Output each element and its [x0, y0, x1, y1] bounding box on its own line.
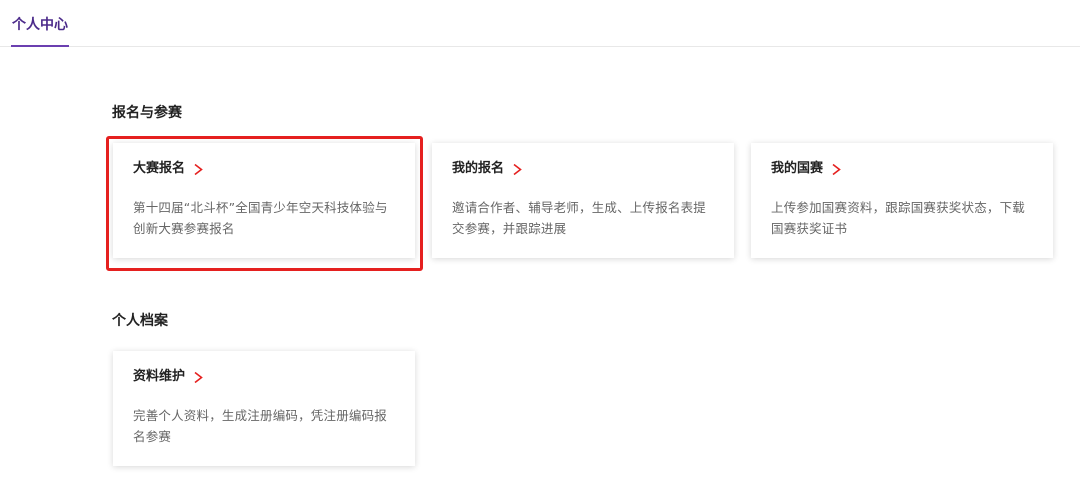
top-tab-bar: 个人中心 — [0, 0, 1080, 47]
card-title-row: 资料维护 — [133, 367, 395, 387]
card-description: 完善个人资料，生成注册编码，凭注册编码报名参赛 — [133, 408, 388, 444]
card-description: 上传参加国赛资料，跟踪国赛获奖状态，下载国赛获奖证书 — [771, 200, 1026, 236]
card-title-row: 我的国赛 — [771, 159, 1033, 179]
card-title: 资料维护 — [133, 369, 186, 384]
tab-personal-center[interactable]: 个人中心 — [11, 14, 69, 47]
card-profile-maintenance[interactable]: 资料维护 完善个人资料，生成注册编码，凭注册编码报名参赛 — [113, 351, 415, 466]
chevron-right-icon — [832, 163, 841, 175]
card-title: 我的国赛 — [771, 161, 824, 176]
section-title-profile: 个人档案 — [112, 313, 168, 329]
card-description: 邀请合作者、辅导老师，生成、上传报名表提交参赛，并跟踪进展 — [452, 200, 707, 236]
card-title-row: 大赛报名 — [133, 159, 395, 179]
card-description: 第十四届“北斗杯”全国青少年空天科技体验与创新大赛参赛报名 — [133, 200, 388, 236]
card-title: 我的报名 — [452, 161, 505, 176]
chevron-right-icon — [513, 163, 522, 175]
card-contest-registration[interactable]: 大赛报名 第十四届“北斗杯”全国青少年空天科技体验与创新大赛参赛报名 — [113, 143, 415, 258]
personal-center-page: 个人中心 报名与参赛 大赛报名 第十四届“北斗杯”全国青少年空天科技体验与创新大… — [0, 0, 1080, 495]
card-my-registration[interactable]: 我的报名 邀请合作者、辅导老师，生成、上传报名表提交参赛，并跟踪进展 — [432, 143, 734, 258]
card-title: 大赛报名 — [133, 161, 186, 176]
card-my-national-contest[interactable]: 我的国赛 上传参加国赛资料，跟踪国赛获奖状态，下载国赛获奖证书 — [751, 143, 1053, 258]
card-title-row: 我的报名 — [452, 159, 714, 179]
section-title-registration: 报名与参赛 — [112, 105, 182, 121]
chevron-right-icon — [194, 371, 203, 383]
chevron-right-icon — [194, 163, 203, 175]
